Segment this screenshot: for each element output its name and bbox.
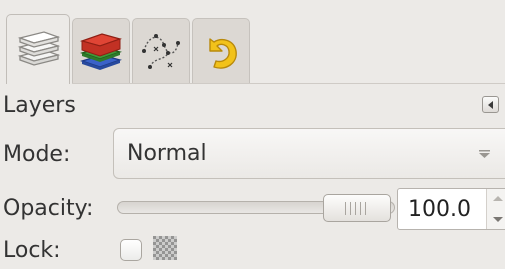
layers-icon — [14, 26, 62, 74]
increment-button[interactable] — [487, 189, 505, 209]
undo-history-icon — [198, 27, 244, 75]
tab-paths[interactable] — [132, 18, 190, 83]
opacity-spinbox — [397, 188, 505, 230]
lock-alpha-checker-icon — [153, 236, 177, 260]
paths-icon — [138, 27, 184, 75]
tab-layers[interactable] — [6, 14, 70, 84]
decrement-button[interactable] — [487, 209, 505, 229]
channels-icon — [78, 27, 124, 75]
spin-buttons — [486, 189, 505, 229]
mode-select[interactable]: Normal — [113, 128, 505, 179]
tab-baseline — [72, 83, 505, 84]
tab-channels[interactable] — [72, 18, 130, 83]
grip-icon — [345, 202, 369, 215]
opacity-label: Opacity: — [3, 196, 94, 221]
opacity-slider-handle[interactable] — [323, 194, 391, 222]
opacity-value-input[interactable] — [408, 197, 488, 223]
mode-label: Mode: — [3, 142, 71, 167]
dialog-title: Layers — [3, 93, 76, 118]
tab-undo-history[interactable] — [192, 18, 250, 83]
layers-dialog: Layers Mode: Normal Opacity: Lock: — [0, 0, 505, 269]
lock-label: Lock: — [3, 238, 61, 263]
mode-value: Normal — [127, 141, 207, 166]
dock-tab-strip — [0, 0, 505, 84]
combo-arrow-icon — [479, 150, 490, 158]
lock-alpha-checkbox[interactable] — [120, 239, 142, 261]
dock-menu-button[interactable] — [482, 96, 499, 113]
